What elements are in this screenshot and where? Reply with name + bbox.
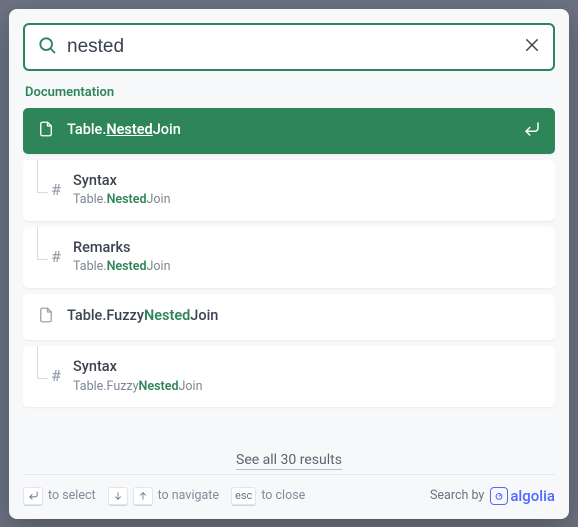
file-icon	[37, 120, 55, 142]
esc-key-icon: esc	[231, 487, 256, 505]
hash-icon: #	[37, 176, 61, 204]
result-breadcrumb: Table.FuzzyNestedJoin	[73, 379, 541, 395]
result-title: Remarks	[73, 239, 541, 258]
enter-icon	[523, 120, 541, 142]
search-provider[interactable]: Search by algolia	[430, 487, 555, 505]
result-item[interactable]: # SyntaxTable.NestedJoin	[23, 160, 555, 221]
footer: to select to navigate esc to close Searc…	[23, 474, 555, 505]
search-icon	[37, 35, 57, 59]
search-bar	[23, 23, 555, 71]
result-item[interactable]: # Syntax Table.FuzzyNestedJoin	[23, 346, 555, 407]
section-label: Documentation	[25, 85, 553, 100]
hash-icon: #	[37, 243, 61, 271]
result-item[interactable]: Table.FuzzyNestedJoin	[23, 294, 555, 340]
hint-close: esc to close	[231, 487, 305, 505]
result-item[interactable]: # RemarksTable.NestedJoin	[23, 227, 555, 288]
file-icon	[37, 306, 55, 328]
search-modal: Documentation Table.NestedJoin#SyntaxTab…	[9, 9, 569, 519]
see-all-link[interactable]: See all 30 results	[23, 438, 555, 474]
enter-key-icon	[23, 487, 43, 505]
hint-navigate: to navigate	[108, 487, 219, 505]
search-input[interactable]	[67, 36, 513, 58]
clear-icon[interactable]	[523, 36, 541, 58]
algolia-icon	[490, 487, 508, 505]
arrow-down-key-icon	[108, 487, 128, 505]
result-item[interactable]: Table.NestedJoin	[23, 108, 555, 154]
result-title: Table.FuzzyNestedJoin	[67, 307, 541, 326]
result-title: Syntax	[73, 172, 541, 191]
hash-icon: #	[37, 362, 61, 390]
result-breadcrumb: Table.NestedJoin	[73, 192, 541, 208]
result-title: Table.NestedJoin	[67, 121, 511, 140]
result-title: Syntax	[73, 358, 541, 377]
arrow-up-key-icon	[133, 487, 153, 505]
hint-select: to select	[23, 487, 96, 505]
results-list: Table.NestedJoin#SyntaxTable.NestedJoin#…	[23, 108, 555, 438]
result-breadcrumb: Table.NestedJoin	[73, 259, 541, 275]
